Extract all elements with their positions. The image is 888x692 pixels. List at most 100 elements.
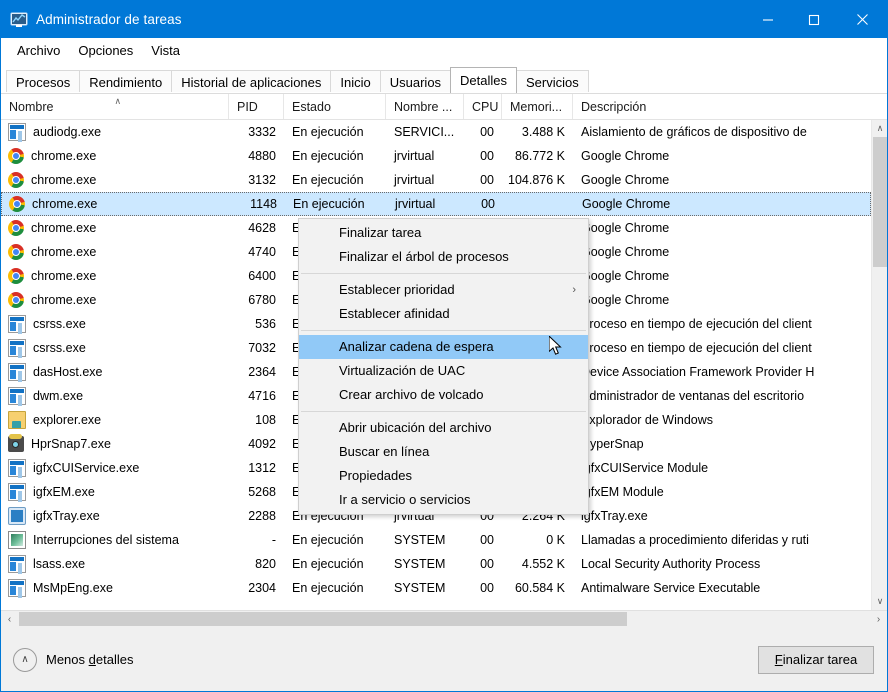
context-menu-item[interactable]: Propiedades [299, 464, 588, 488]
cell-pid: 536 [229, 313, 284, 335]
menu-opciones[interactable]: Opciones [69, 40, 142, 61]
cell-descripcion: Local Security Authority Process [573, 553, 858, 575]
scroll-down-icon[interactable]: ∨ [872, 593, 887, 610]
cell-descripcion: Google Chrome [573, 217, 858, 239]
less-details-post: etalles [96, 652, 134, 667]
context-menu-item[interactable]: Buscar en línea [299, 440, 588, 464]
menu-archivo[interactable]: Archivo [8, 40, 69, 61]
cell-usuario: jrvirtual [386, 145, 464, 167]
table-row[interactable]: lsass.exe820En ejecuciónSYSTEM004.552 KL… [1, 552, 871, 576]
tray-icon [8, 507, 26, 525]
cell-nombre: explorer.exe [1, 409, 229, 431]
cell-descripcion: Explorador de Windows [573, 409, 858, 431]
column-header-nombre[interactable]: Nombre ∧ [1, 94, 229, 119]
chrome-icon [8, 148, 24, 164]
task-manager-window: Administrador de tareas Archivo Opciones… [0, 0, 888, 692]
tab-rendimiento[interactable]: Rendimiento [79, 70, 172, 93]
scroll-up-icon[interactable]: ∧ [872, 120, 887, 137]
column-header-cpu[interactable]: CPU [464, 94, 502, 119]
process-name: MsMpEng.exe [33, 577, 113, 599]
table-row[interactable]: chrome.exe4880En ejecuciónjrvirtual0086.… [1, 144, 871, 168]
tab-servicios[interactable]: Servicios [516, 70, 589, 93]
table-row[interactable]: chrome.exe1148En ejecuciónjrvirtual00Goo… [1, 192, 871, 216]
context-menu-item[interactable]: Establecer afinidad [299, 302, 588, 326]
context-menu-item[interactable]: Finalizar el árbol de procesos [299, 245, 588, 269]
context-menu-item[interactable]: Finalizar tarea [299, 221, 588, 245]
column-header-descripcion[interactable]: Descripción [573, 94, 858, 119]
less-details-button[interactable]: ∧ Menos detalles [13, 648, 133, 672]
horizontal-scroll-thumb[interactable] [19, 612, 627, 626]
column-header-memoria[interactable]: Memori... [502, 94, 573, 119]
cell-nombre: chrome.exe [1, 265, 229, 287]
context-menu-item-label: Buscar en línea [339, 444, 429, 459]
table-row[interactable]: chrome.exe3132En ejecuciónjrvirtual00104… [1, 168, 871, 192]
horizontal-scrollbar[interactable]: ‹ › [1, 610, 887, 627]
cell-descripcion: Google Chrome [573, 241, 858, 263]
column-header-estado[interactable]: Estado [284, 94, 386, 119]
context-menu-item-label: Propiedades [339, 468, 412, 483]
end-task-accesskey: F [775, 652, 783, 667]
context-menu-item[interactable]: Crear archivo de volcado [299, 383, 588, 407]
cell-nombre: dasHost.exe [1, 361, 229, 383]
tab-usuarios[interactable]: Usuarios [380, 70, 451, 93]
end-task-button[interactable]: Finalizar tarea [758, 646, 874, 674]
context-menu-item-label: Analizar cadena de espera [339, 339, 494, 354]
folder-icon [8, 411, 26, 429]
chevron-up-icon: ∧ [13, 648, 37, 672]
cell-estado: En ejecución [284, 553, 386, 575]
minimize-button[interactable] [745, 1, 791, 38]
menu-vista[interactable]: Vista [142, 40, 189, 61]
table-row[interactable]: Interrupciones del sistema-En ejecuciónS… [1, 528, 871, 552]
process-name: dasHost.exe [33, 361, 102, 383]
process-name: chrome.exe [31, 241, 96, 263]
cell-descripcion: Device Association Framework Provider H [573, 361, 858, 383]
context-menu-item-label: Abrir ubicación del archivo [339, 420, 491, 435]
cell-estado: En ejecución [284, 529, 386, 551]
context-menu: Finalizar tarea Finalizar el árbol de pro… [298, 218, 589, 515]
chrome-icon [8, 172, 24, 188]
vertical-scrollbar[interactable]: ∧ ∨ [871, 120, 887, 610]
maximize-button[interactable] [791, 1, 837, 38]
tab-detalles[interactable]: Detalles [450, 67, 517, 93]
context-menu-item-label: Ir a servicio o servicios [339, 492, 470, 507]
end-task-text: inalizar tarea [783, 652, 857, 667]
context-menu-item[interactable]: Establecer prioridad› [299, 278, 588, 302]
cell-descripcion: Proceso en tiempo de ejecución del clien… [573, 337, 858, 359]
generic-exe-icon [8, 387, 26, 405]
cell-nombre: chrome.exe [1, 289, 229, 311]
scroll-right-icon[interactable]: › [870, 611, 887, 627]
column-header-pid[interactable]: PID [229, 94, 284, 119]
scroll-left-icon[interactable]: ‹ [1, 611, 18, 627]
context-menu-separator [301, 273, 586, 274]
cell-cpu: 00 [464, 145, 502, 167]
generic-exe-icon [8, 579, 26, 597]
table-row[interactable]: audiodg.exe3332En ejecuciónSERVICI...003… [1, 120, 871, 144]
end-task-label: Finalizar tarea [775, 652, 857, 667]
process-name: dwm.exe [33, 385, 83, 407]
table-row[interactable]: MsMpEng.exe2304En ejecuciónSYSTEM0060.58… [1, 576, 871, 600]
process-name: chrome.exe [31, 217, 96, 239]
context-menu-item[interactable]: Abrir ubicación del archivo [299, 416, 588, 440]
generic-exe-icon [8, 123, 26, 141]
cell-nombre: HprSnap7.exe [1, 433, 229, 455]
chrome-icon [8, 244, 24, 260]
context-menu-item[interactable]: Ir a servicio o servicios [299, 488, 588, 512]
generic-exe-icon [8, 459, 26, 477]
context-menu-item[interactable]: Analizar cadena de espera [299, 335, 588, 359]
tab-inicio[interactable]: Inicio [330, 70, 380, 93]
close-button[interactable] [837, 1, 887, 38]
generic-exe-icon [8, 363, 26, 381]
process-name: chrome.exe [31, 289, 96, 311]
cell-usuario: SERVICI... [386, 121, 464, 143]
context-menu-item-label: Finalizar tarea [339, 225, 421, 240]
vertical-scroll-thumb[interactable] [873, 137, 887, 267]
cell-descripcion: Proceso en tiempo de ejecución del clien… [573, 313, 858, 335]
column-header-nombre-usuario[interactable]: Nombre ... [386, 94, 464, 119]
cell-descripcion: Google Chrome [573, 265, 858, 287]
tab-historial-de-aplicaciones[interactable]: Historial de aplicaciones [171, 70, 331, 93]
cell-usuario: SYSTEM [386, 529, 464, 551]
cell-nombre: lsass.exe [1, 553, 229, 575]
tab-procesos[interactable]: Procesos [6, 70, 80, 93]
context-menu-item-label: Finalizar el árbol de procesos [339, 249, 509, 264]
context-menu-item[interactable]: Virtualización de UAC [299, 359, 588, 383]
